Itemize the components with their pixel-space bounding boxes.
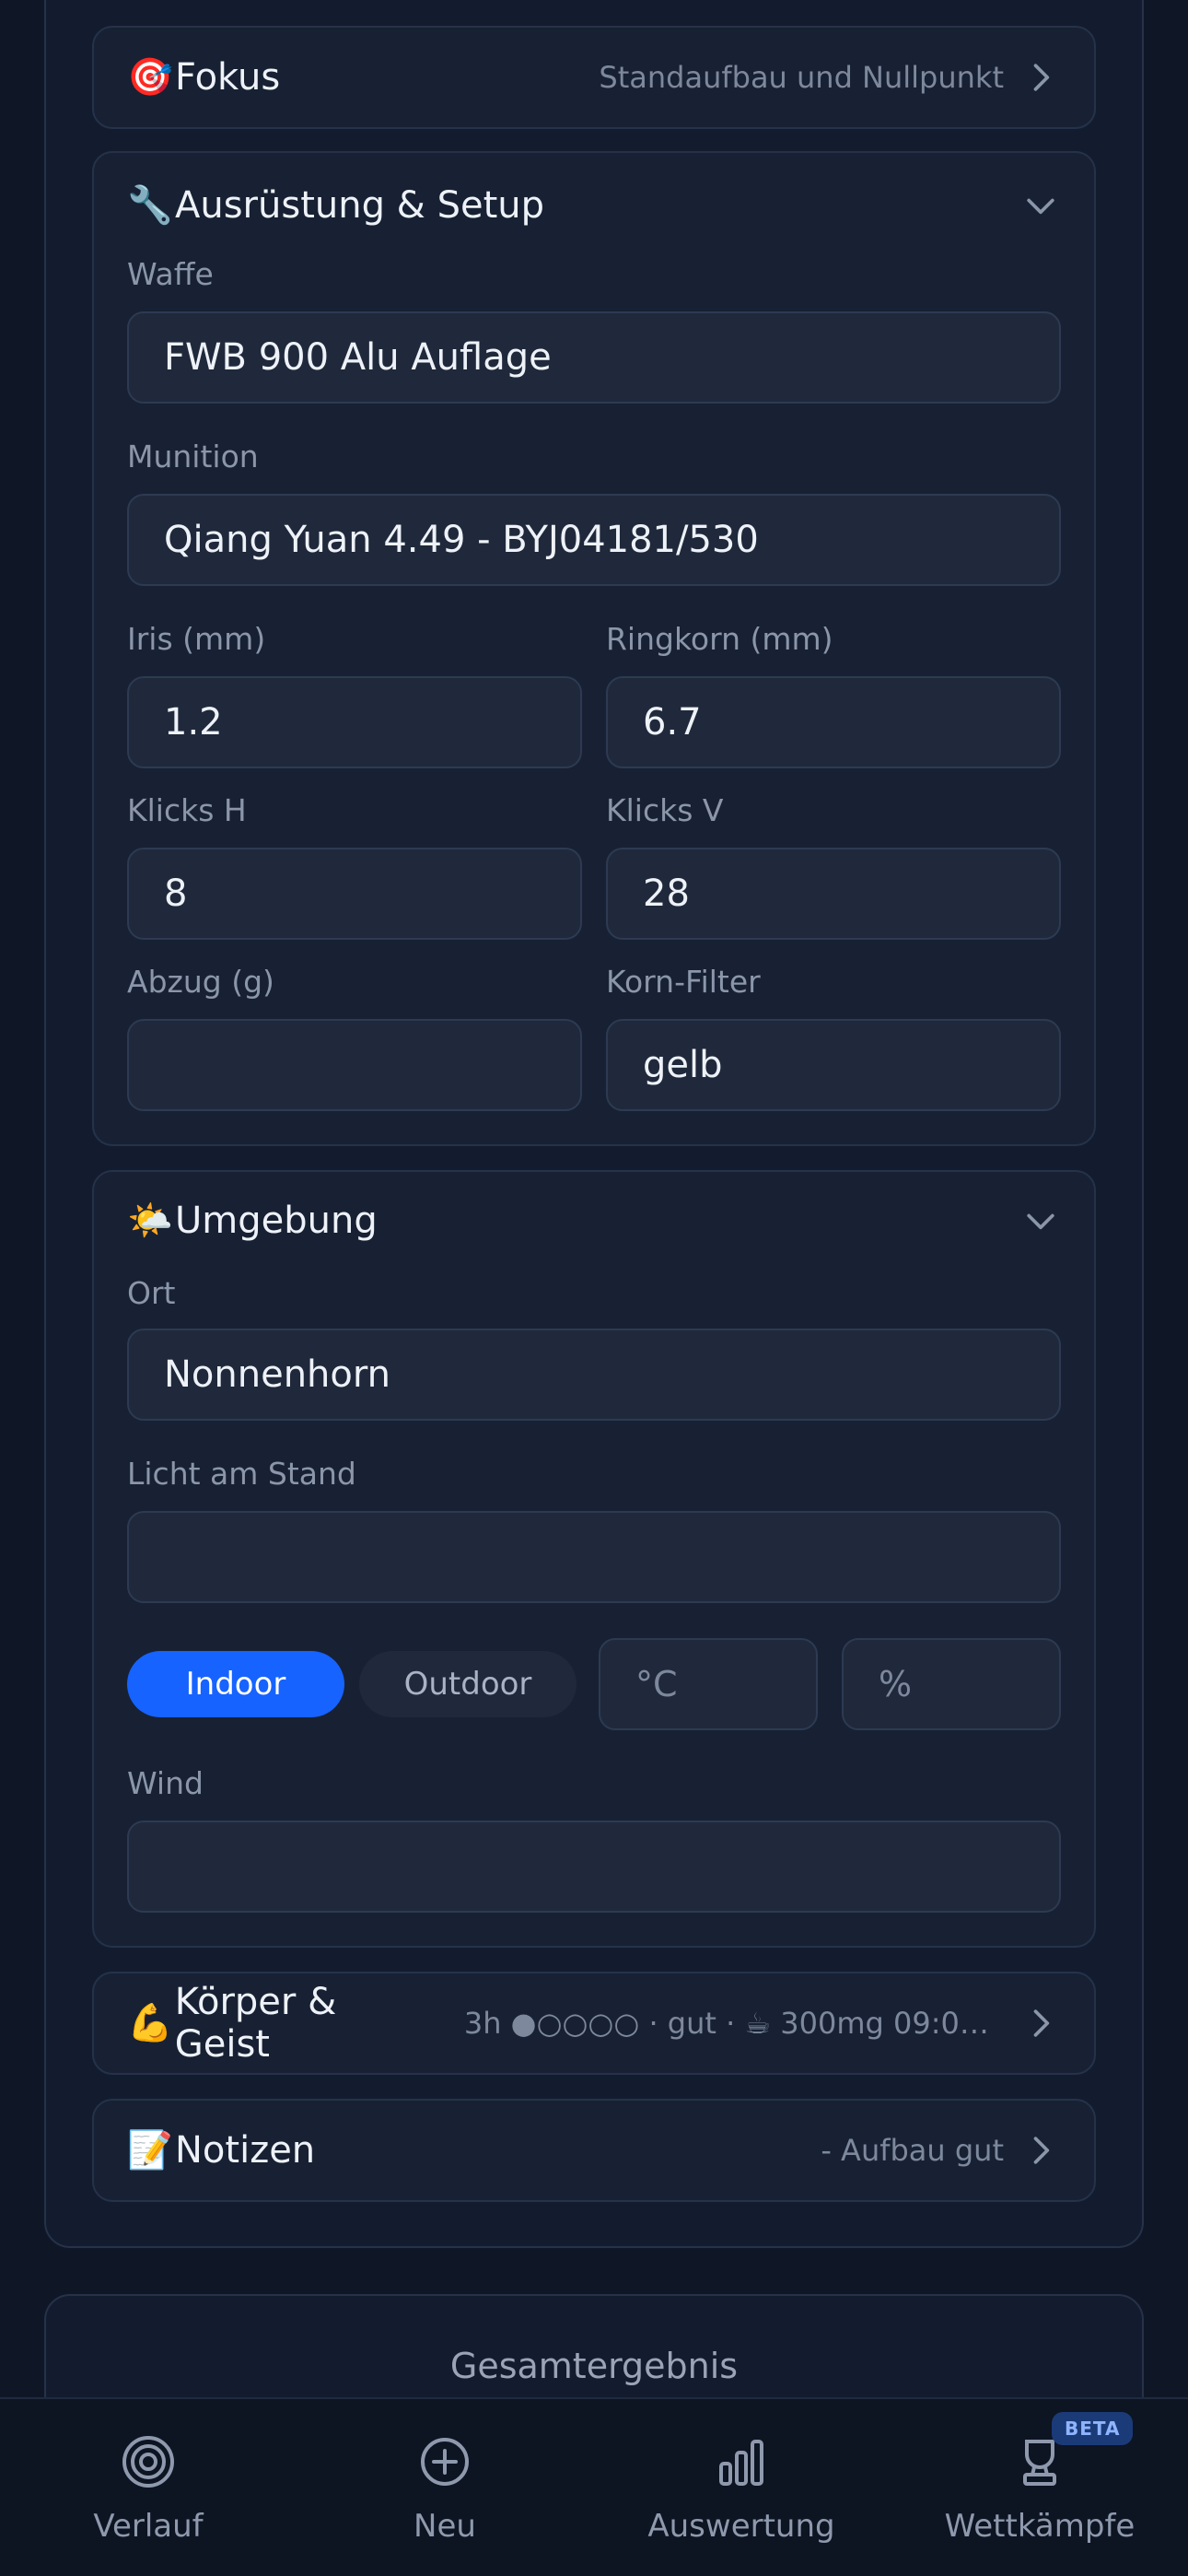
bottom-nav: Verlauf Neu Auswertung Wettkämpfe: [0, 2397, 1188, 2576]
chevron-down-icon[interactable]: [1020, 1200, 1061, 1241]
klicks-v-label: Klicks V: [606, 792, 724, 828]
temperature-input[interactable]: °C: [599, 1638, 818, 1730]
nav-verlauf-label: Verlauf: [93, 2508, 204, 2545]
section-notes[interactable]: 📝 Notizen - Aufbau gut: [92, 2099, 1096, 2202]
section-fokus[interactable]: 🎯 Fokus Standaufbau und Nullpunkt: [92, 26, 1096, 129]
waffe-input[interactable]: FWB 900 Alu Auflage: [127, 311, 1061, 404]
indoor-toggle[interactable]: Indoor: [127, 1651, 344, 1717]
bar-chart-icon: [712, 2432, 771, 2491]
korn-filter-input[interactable]: gelb: [606, 1019, 1061, 1111]
body-mind-title: Körper & Geist: [174, 1981, 337, 2066]
beta-badge: BETA: [1052, 2412, 1134, 2445]
nav-verlauf[interactable]: Verlauf: [0, 2399, 297, 2576]
chevron-right-icon: [1020, 2003, 1061, 2043]
equipment-title: Ausrüstung & Setup: [175, 184, 545, 227]
abzug-label: Abzug (g): [127, 964, 274, 1000]
result-label: Gesamtergebnis: [449, 2346, 739, 2386]
section-equipment: 🔧 Ausrüstung & Setup Waffe FWB 900 Alu A…: [92, 151, 1096, 1146]
target-emoji-icon: 🎯: [127, 56, 173, 99]
body-mind-header: 💪 Körper & Geist 3h ●○○○○ · gut · ☕ 300m…: [127, 1981, 1061, 2066]
fokus-header: 🎯 Fokus Standaufbau und Nullpunkt: [127, 53, 1061, 102]
outdoor-toggle[interactable]: Outdoor: [359, 1651, 577, 1717]
chevron-down-icon[interactable]: [1020, 185, 1061, 226]
section-body-mind[interactable]: 💪 Körper & Geist 3h ●○○○○ · gut · ☕ 300m…: [92, 1972, 1096, 2075]
klicks-h-input[interactable]: 8: [127, 848, 582, 940]
nav-neu-label: Neu: [413, 2508, 476, 2545]
nav-wettkaempfe-label: Wettkämpfe: [944, 2508, 1136, 2545]
sun-cloud-emoji-icon: 🌤️: [127, 1200, 173, 1242]
munition-input[interactable]: Qiang Yuan 4.49 - BYJ04181/530: [127, 494, 1061, 586]
nav-auswertung-label: Auswertung: [647, 2508, 835, 2545]
wrench-emoji-icon: 🔧: [127, 184, 173, 227]
iris-label: Iris (mm): [127, 621, 266, 657]
wind-input[interactable]: [127, 1821, 1061, 1913]
chevron-right-icon: [1020, 57, 1061, 98]
muscle-emoji-icon: 💪: [127, 2002, 173, 2044]
licht-input[interactable]: [127, 1511, 1061, 1603]
app-screen: 🎯 Fokus Standaufbau und Nullpunkt 🔧 Ausr…: [0, 0, 1188, 2576]
chevron-right-icon: [1020, 2130, 1061, 2171]
notes-subtitle: - Aufbau gut: [821, 2133, 1004, 2168]
licht-label: Licht am Stand: [127, 1456, 356, 1492]
iris-input[interactable]: 1.2: [127, 676, 582, 768]
wind-label: Wind: [127, 1765, 204, 1801]
notes-header: 📝 Notizen - Aufbau gut: [127, 2125, 1061, 2175]
environment-header[interactable]: 🌤️ Umgebung: [127, 1196, 1061, 1246]
equipment-header[interactable]: 🔧 Ausrüstung & Setup: [127, 181, 1061, 230]
target-icon: [119, 2432, 178, 2491]
fokus-title: Fokus: [175, 56, 281, 99]
notes-title: Notizen: [175, 2129, 316, 2172]
klicks-v-input[interactable]: 28: [606, 848, 1061, 940]
nav-auswertung[interactable]: Auswertung: [593, 2399, 890, 2576]
environment-title: Umgebung: [175, 1200, 378, 1242]
section-environment: 🌤️ Umgebung Ort Nonnenhorn Licht am Stan…: [92, 1170, 1096, 1948]
waffe-label: Waffe: [127, 256, 214, 292]
memo-emoji-icon: 📝: [127, 2129, 173, 2172]
nav-wettkaempfe[interactable]: Wettkämpfe: [891, 2399, 1188, 2576]
ringkorn-input[interactable]: 6.7: [606, 676, 1061, 768]
body-mind-subtitle: 3h ●○○○○ · gut · ☕ 300mg 09:00...: [463, 2006, 1004, 2041]
fokus-subtitle: Standaufbau und Nullpunkt: [599, 60, 1004, 95]
munition-label: Munition: [127, 439, 259, 474]
klicks-h-label: Klicks H: [127, 792, 247, 828]
abzug-input[interactable]: [127, 1019, 582, 1111]
nav-neu[interactable]: Neu: [297, 2399, 593, 2576]
korn-filter-label: Korn-Filter: [606, 964, 761, 1000]
plus-circle-icon: [415, 2432, 474, 2491]
ringkorn-label: Ringkorn (mm): [606, 621, 833, 657]
ort-label: Ort: [127, 1275, 176, 1311]
humidity-input[interactable]: %: [842, 1638, 1061, 1730]
ort-input[interactable]: Nonnenhorn: [127, 1329, 1061, 1421]
